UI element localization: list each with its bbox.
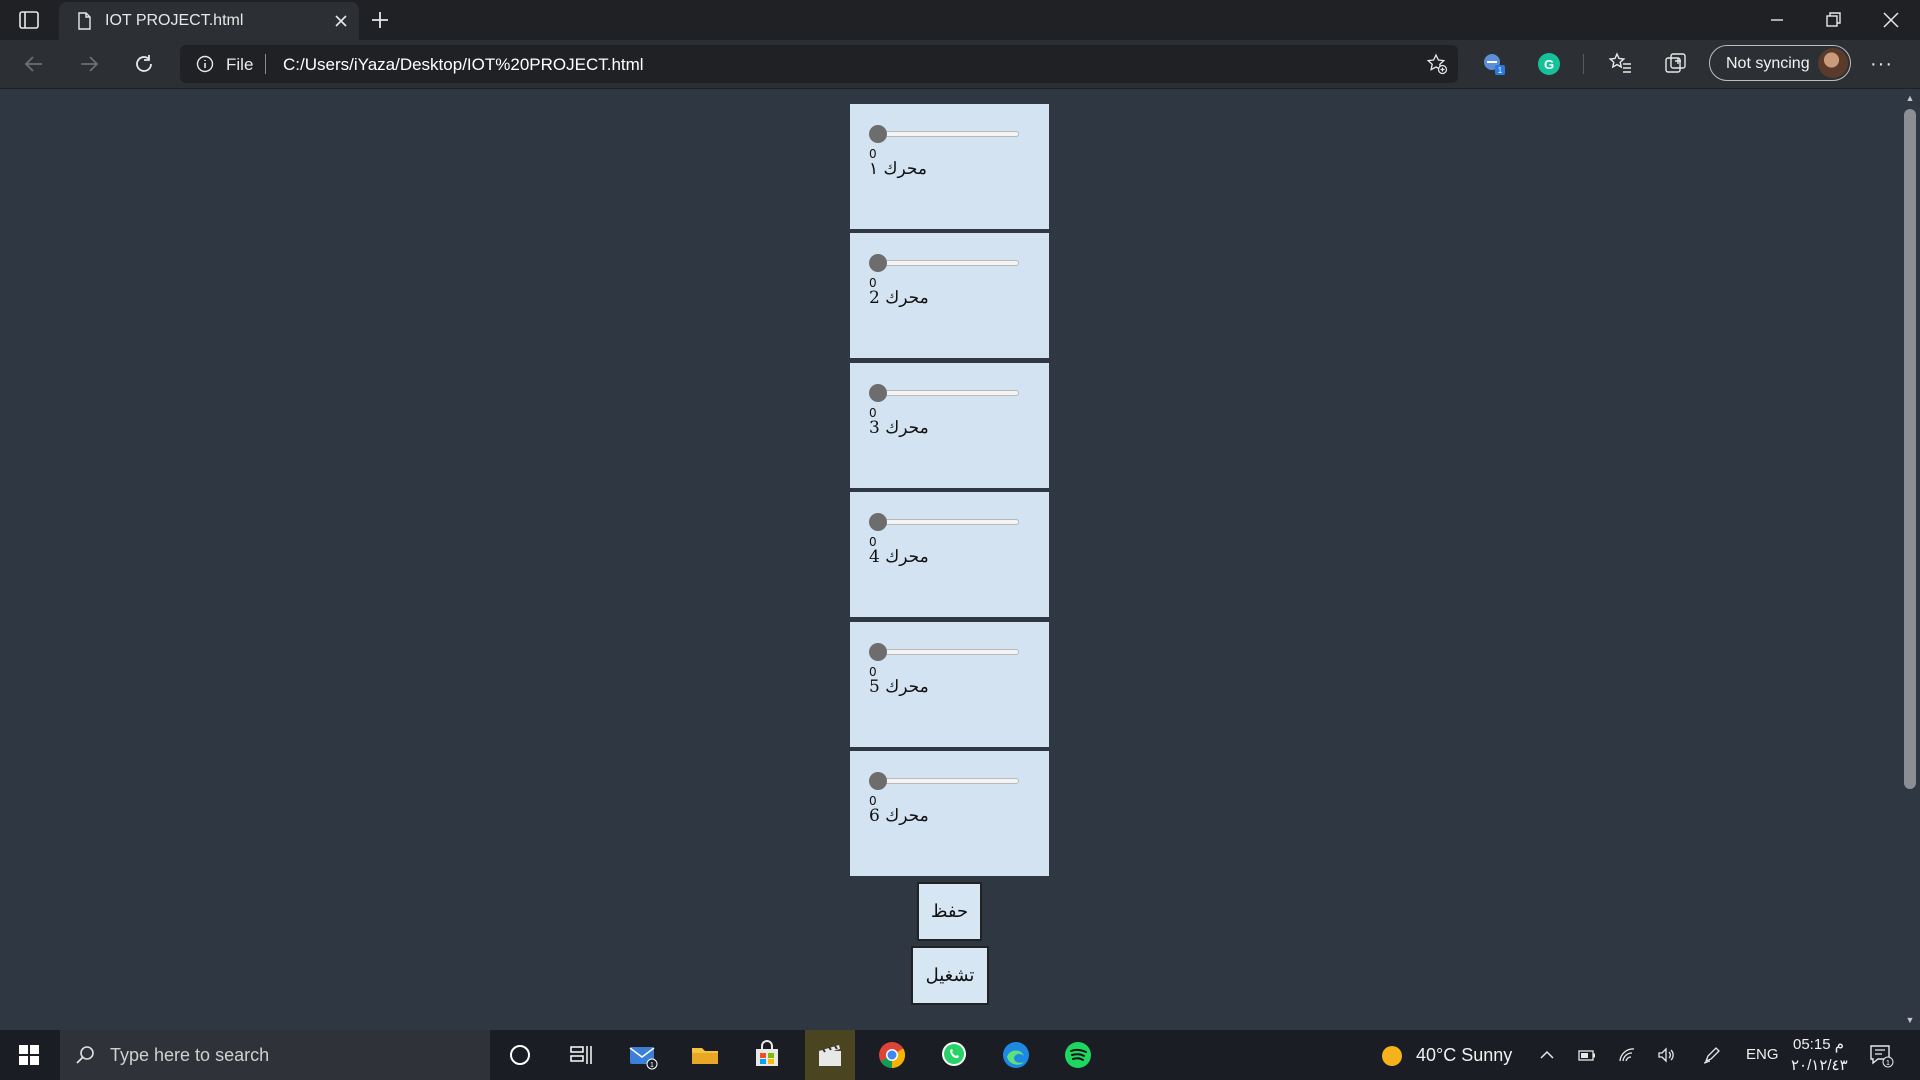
motor-4-slider[interactable] <box>869 513 1019 531</box>
store-icon[interactable] <box>752 1040 782 1070</box>
close-tab-icon[interactable] <box>331 11 351 31</box>
file-icon <box>78 12 91 30</box>
slider-thumb[interactable] <box>869 772 887 790</box>
scrollbar-thumb[interactable] <box>1904 109 1916 789</box>
motor-2-slider[interactable] <box>869 254 1019 272</box>
volume-icon[interactable] <box>1656 1045 1676 1065</box>
motor-6-label: محرك 6 <box>869 806 929 826</box>
notification-count: 1 <box>1886 1060 1890 1067</box>
language-indicator[interactable]: ENG <box>1746 1046 1779 1063</box>
file-explorer-icon[interactable] <box>690 1040 720 1070</box>
address-bar[interactable]: File C:/Users/iYaza/Desktop/IOT%20PROJEC… <box>180 45 1458 83</box>
close-window-icon[interactable] <box>1879 8 1903 32</box>
motor-1-label: محرك ١ <box>869 159 928 179</box>
sun-icon[interactable] <box>1380 1044 1404 1068</box>
browser-toolbar: File C:/Users/iYaza/Desktop/IOT%20PROJEC… <box>0 40 1920 89</box>
battery-icon[interactable] <box>1577 1045 1597 1065</box>
page-content: 0 محرك ١ 0 محرك 2 0 محرك 3 0 محرك 4 0 مح <box>0 89 1900 1029</box>
svg-text:G: G <box>1544 57 1554 72</box>
motor-panel-6: 0 محرك 6 <box>850 751 1049 876</box>
clock-time[interactable]: 05:15 م <box>1793 1035 1844 1053</box>
motor-panel-2: 0 محرك 2 <box>850 233 1049 358</box>
slider-track <box>869 390 1019 396</box>
sync-status-button[interactable]: Not syncing <box>1709 45 1851 81</box>
windows-taskbar: Type here to search 1 40°C Sunny ENG 05:… <box>0 1030 1920 1080</box>
collections-icon[interactable] <box>1663 51 1689 77</box>
task-view-icon[interactable] <box>566 1040 596 1070</box>
cortana-icon[interactable] <box>505 1040 535 1070</box>
svg-text:1: 1 <box>1498 66 1503 75</box>
motor-panel-4: 0 محرك 4 <box>850 492 1049 617</box>
motor-3-label: محرك 3 <box>869 418 929 438</box>
info-icon[interactable] <box>196 55 214 73</box>
scroll-down-icon[interactable]: ▼ <box>1905 1015 1915 1025</box>
minimize-icon[interactable] <box>1765 8 1789 32</box>
motor-panel-3: 0 محرك 3 <box>850 363 1049 488</box>
slider-thumb[interactable] <box>869 384 887 402</box>
profile-avatar <box>1818 48 1848 78</box>
address-url[interactable]: C:/Users/iYaza/Desktop/IOT%20PROJECT.htm… <box>283 55 644 75</box>
weather-text[interactable]: 40°C Sunny <box>1416 1045 1512 1066</box>
slider-track <box>869 778 1019 784</box>
scroll-up-icon[interactable]: ▲ <box>1905 93 1915 103</box>
refresh-icon[interactable] <box>132 52 156 76</box>
motor-panel-5: 0 محرك 5 <box>850 622 1049 747</box>
back-icon[interactable] <box>22 52 46 76</box>
motor-2-label: محرك 2 <box>869 288 929 308</box>
chrome-icon[interactable] <box>877 1040 907 1070</box>
motor-6-slider[interactable] <box>869 772 1019 790</box>
address-separator <box>265 54 266 74</box>
chevron-up-icon[interactable] <box>1537 1045 1557 1065</box>
edge-icon[interactable] <box>1001 1040 1031 1070</box>
favorites-icon[interactable] <box>1608 51 1634 77</box>
mail-icon[interactable]: 1 <box>628 1040 658 1070</box>
pen-icon[interactable] <box>1702 1045 1722 1065</box>
motor-1-slider[interactable] <box>869 125 1019 143</box>
notifications-icon[interactable]: 1 <box>1868 1042 1894 1068</box>
extension-icon[interactable]: 1 <box>1481 51 1507 77</box>
spotify-icon[interactable] <box>1063 1040 1093 1070</box>
motor-panel-1: 0 محرك ١ <box>850 104 1049 229</box>
forward-icon[interactable] <box>77 52 101 76</box>
slider-track <box>869 519 1019 525</box>
wifi-icon[interactable] <box>1617 1045 1637 1065</box>
slider-track <box>869 131 1019 137</box>
browser-tab-strip: IOT PROJECT.html <box>0 0 1920 40</box>
whatsapp-icon[interactable] <box>939 1040 969 1070</box>
search-icon <box>76 1046 94 1064</box>
browser-tab-active[interactable]: IOT PROJECT.html <box>59 2 359 40</box>
slider-track <box>869 260 1019 266</box>
tab-actions-icon[interactable] <box>18 9 40 31</box>
save-button[interactable]: حفظ <box>917 882 982 941</box>
motor-5-label: محرك 5 <box>869 677 929 697</box>
motor-3-slider[interactable] <box>869 384 1019 402</box>
taskbar-search-box[interactable]: Type here to search <box>60 1030 490 1080</box>
motor-5-slider[interactable] <box>869 643 1019 661</box>
restore-icon[interactable] <box>1821 8 1845 32</box>
slider-thumb[interactable] <box>869 254 887 272</box>
slider-thumb[interactable] <box>869 513 887 531</box>
new-tab-icon[interactable] <box>368 8 392 32</box>
address-scheme: File <box>226 55 254 74</box>
slider-track <box>869 649 1019 655</box>
mail-badge: 1 <box>650 1062 654 1069</box>
video-editor-icon[interactable] <box>815 1040 845 1070</box>
clock-date[interactable]: ٢٠/١٢/٤٣ <box>1791 1056 1848 1074</box>
add-favorite-icon[interactable] <box>1426 53 1448 75</box>
motor-4-label: محرك 4 <box>869 547 929 567</box>
search-placeholder: Type here to search <box>110 1045 270 1065</box>
slider-thumb[interactable] <box>869 125 887 143</box>
vertical-scrollbar[interactable]: ▲ ▼ <box>1900 89 1920 1029</box>
toolbar-separator <box>1583 54 1584 74</box>
slider-thumb[interactable] <box>869 643 887 661</box>
sync-label: Not syncing <box>1726 55 1810 72</box>
more-options-icon[interactable]: ··· <box>1870 54 1893 74</box>
windows-start-icon[interactable] <box>18 1044 40 1066</box>
tab-title: IOT PROJECT.html <box>105 12 244 29</box>
grammarly-icon[interactable]: G <box>1536 51 1562 77</box>
run-button[interactable]: تشغيل <box>911 946 989 1005</box>
